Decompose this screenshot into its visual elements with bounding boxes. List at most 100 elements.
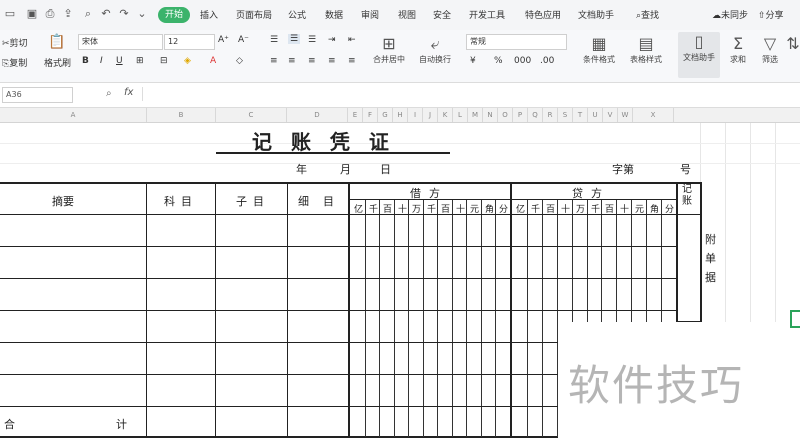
- align-middle-icon[interactable]: ☰: [288, 34, 301, 44]
- name-box[interactable]: A36: [2, 87, 73, 103]
- column-header[interactable]: U: [588, 108, 603, 122]
- column-header[interactable]: P: [513, 108, 528, 122]
- bold-button[interactable]: B: [82, 56, 89, 66]
- column-header[interactable]: L: [453, 108, 468, 122]
- print-icon[interactable]: ⎙: [44, 8, 56, 20]
- tab-special[interactable]: 特色应用: [525, 8, 561, 24]
- redo-icon[interactable]: ↷: [118, 8, 130, 20]
- table-style-button[interactable]: ▤ 表格样式: [624, 34, 668, 65]
- ribbon-toolbar: ✂剪切 ⎘复制 格式刷 📋 宋体 12 A⁺ A⁻ B I U ⊞ ⊟ ◈ A …: [0, 30, 800, 83]
- tab-page-layout[interactable]: 页面布局: [236, 8, 272, 24]
- number-format-select[interactable]: 常规: [466, 34, 567, 50]
- align-left-icon[interactable]: ≡: [270, 56, 278, 66]
- currency-icon[interactable]: ¥: [470, 56, 476, 66]
- column-header[interactable]: C: [216, 108, 287, 122]
- watermark-text: 软件技巧: [568, 361, 745, 410]
- font-size-select[interactable]: 12: [164, 34, 215, 50]
- detail-header: 细目: [298, 195, 348, 208]
- clear-icon[interactable]: ◇: [236, 56, 243, 66]
- font-name-select[interactable]: 宋体: [78, 34, 163, 50]
- column-header[interactable]: I: [408, 108, 423, 122]
- tab-doc-assistant[interactable]: 文档助手: [578, 8, 614, 24]
- align-center-icon[interactable]: ≡: [288, 56, 296, 66]
- merge-icon: ⊞: [382, 34, 396, 53]
- sum-button[interactable]: Σ 求和: [724, 34, 752, 65]
- account-header: 科目: [164, 195, 198, 208]
- column-header[interactable]: E: [348, 108, 363, 122]
- column-header[interactable]: M: [468, 108, 483, 122]
- save-icon[interactable]: ▭: [4, 8, 16, 20]
- align-bottom-icon[interactable]: ☰: [308, 35, 316, 45]
- column-header[interactable]: K: [438, 108, 453, 122]
- share-icon: ⇧: [758, 11, 766, 21]
- decimal-icon[interactable]: .00: [540, 56, 554, 66]
- paste-icon[interactable]: 📋: [48, 34, 65, 50]
- filter-button[interactable]: ▽ 筛选: [756, 34, 784, 65]
- percent-icon[interactable]: %: [494, 56, 503, 66]
- sigma-icon: Σ: [732, 34, 744, 53]
- cut-button[interactable]: ✂剪切: [2, 36, 28, 49]
- tab-security[interactable]: 安全: [433, 8, 451, 24]
- font-grow-icon[interactable]: A⁺: [218, 35, 229, 45]
- tab-home[interactable]: 开始: [158, 7, 191, 23]
- column-header[interactable]: T: [573, 108, 588, 122]
- copy-button[interactable]: ⎘复制: [2, 56, 27, 69]
- thousands-icon[interactable]: 000: [514, 56, 531, 66]
- column-header[interactable]: O: [498, 108, 513, 122]
- underline-button[interactable]: U: [116, 56, 123, 66]
- tab-developer[interactable]: 开发工具: [469, 8, 505, 24]
- border-icon[interactable]: ⊞: [136, 56, 144, 66]
- wrap-text-button[interactable]: ⤶ 自动换行: [414, 34, 456, 65]
- format-painter-button[interactable]: 格式刷: [44, 56, 71, 69]
- tab-insert[interactable]: 插入: [200, 8, 218, 24]
- tab-formulas[interactable]: 公式: [288, 8, 306, 24]
- sort-icon: ⇅: [786, 34, 800, 53]
- tab-view[interactable]: 视图: [398, 8, 416, 24]
- undo-icon[interactable]: ↶: [100, 8, 112, 20]
- conditional-format-button[interactable]: ▦ 条件格式: [578, 34, 620, 65]
- column-header[interactable]: D: [287, 108, 348, 122]
- column-header[interactable]: Q: [528, 108, 543, 122]
- summary-header: 摘要: [52, 195, 74, 208]
- merge-cells-icon[interactable]: ⊟: [160, 56, 168, 66]
- column-header[interactable]: G: [378, 108, 393, 122]
- sync-button[interactable]: ☁未同步: [712, 8, 748, 24]
- cloud-icon: ☁: [712, 11, 721, 21]
- align-right-icon[interactable]: ≡: [308, 56, 316, 66]
- open-icon[interactable]: ▣: [26, 8, 38, 20]
- tab-data[interactable]: 数据: [325, 8, 343, 24]
- italic-button[interactable]: I: [100, 56, 103, 66]
- zoom-formula-icon[interactable]: ⌕: [106, 88, 112, 99]
- sort-button[interactable]: ⇅: [786, 34, 800, 54]
- font-color-icon[interactable]: A: [210, 56, 216, 66]
- column-header[interactable]: F: [363, 108, 378, 122]
- chevron-down-icon[interactable]: ⌄: [136, 8, 148, 20]
- fill-color-icon[interactable]: ◈: [184, 56, 191, 66]
- column-header[interactable]: S: [558, 108, 573, 122]
- export-icon[interactable]: ⇪: [62, 8, 74, 20]
- column-header[interactable]: B: [147, 108, 216, 122]
- column-header[interactable]: A: [0, 108, 147, 122]
- column-header[interactable]: N: [483, 108, 498, 122]
- doc-assistant-button[interactable]: ▯ 文档助手: [678, 32, 720, 78]
- formula-input[interactable]: [142, 87, 799, 101]
- column-header[interactable]: J: [423, 108, 438, 122]
- column-header[interactable]: V: [603, 108, 618, 122]
- column-header[interactable]: H: [393, 108, 408, 122]
- font-shrink-icon[interactable]: A⁻: [238, 35, 249, 45]
- column-header[interactable]: X: [633, 108, 674, 122]
- justify-icon[interactable]: ≡: [328, 56, 336, 66]
- column-header[interactable]: R: [543, 108, 558, 122]
- align-top-icon[interactable]: ☰: [270, 35, 278, 45]
- fx-icon[interactable]: fx: [124, 87, 133, 98]
- indent-icon[interactable]: ⇥: [328, 35, 336, 45]
- print-preview-icon[interactable]: ⌕: [82, 8, 94, 20]
- outdent-icon[interactable]: ⇤: [348, 35, 356, 45]
- total-label-right: 计: [116, 418, 127, 431]
- search-button[interactable]: ⌕查找: [636, 8, 659, 24]
- distribute-icon[interactable]: ≡: [348, 56, 356, 66]
- column-header[interactable]: W: [618, 108, 633, 122]
- merge-center-button[interactable]: ⊞ 合并居中: [368, 34, 410, 65]
- share-button[interactable]: ⇧分享: [758, 8, 784, 24]
- tab-review[interactable]: 审阅: [361, 8, 379, 24]
